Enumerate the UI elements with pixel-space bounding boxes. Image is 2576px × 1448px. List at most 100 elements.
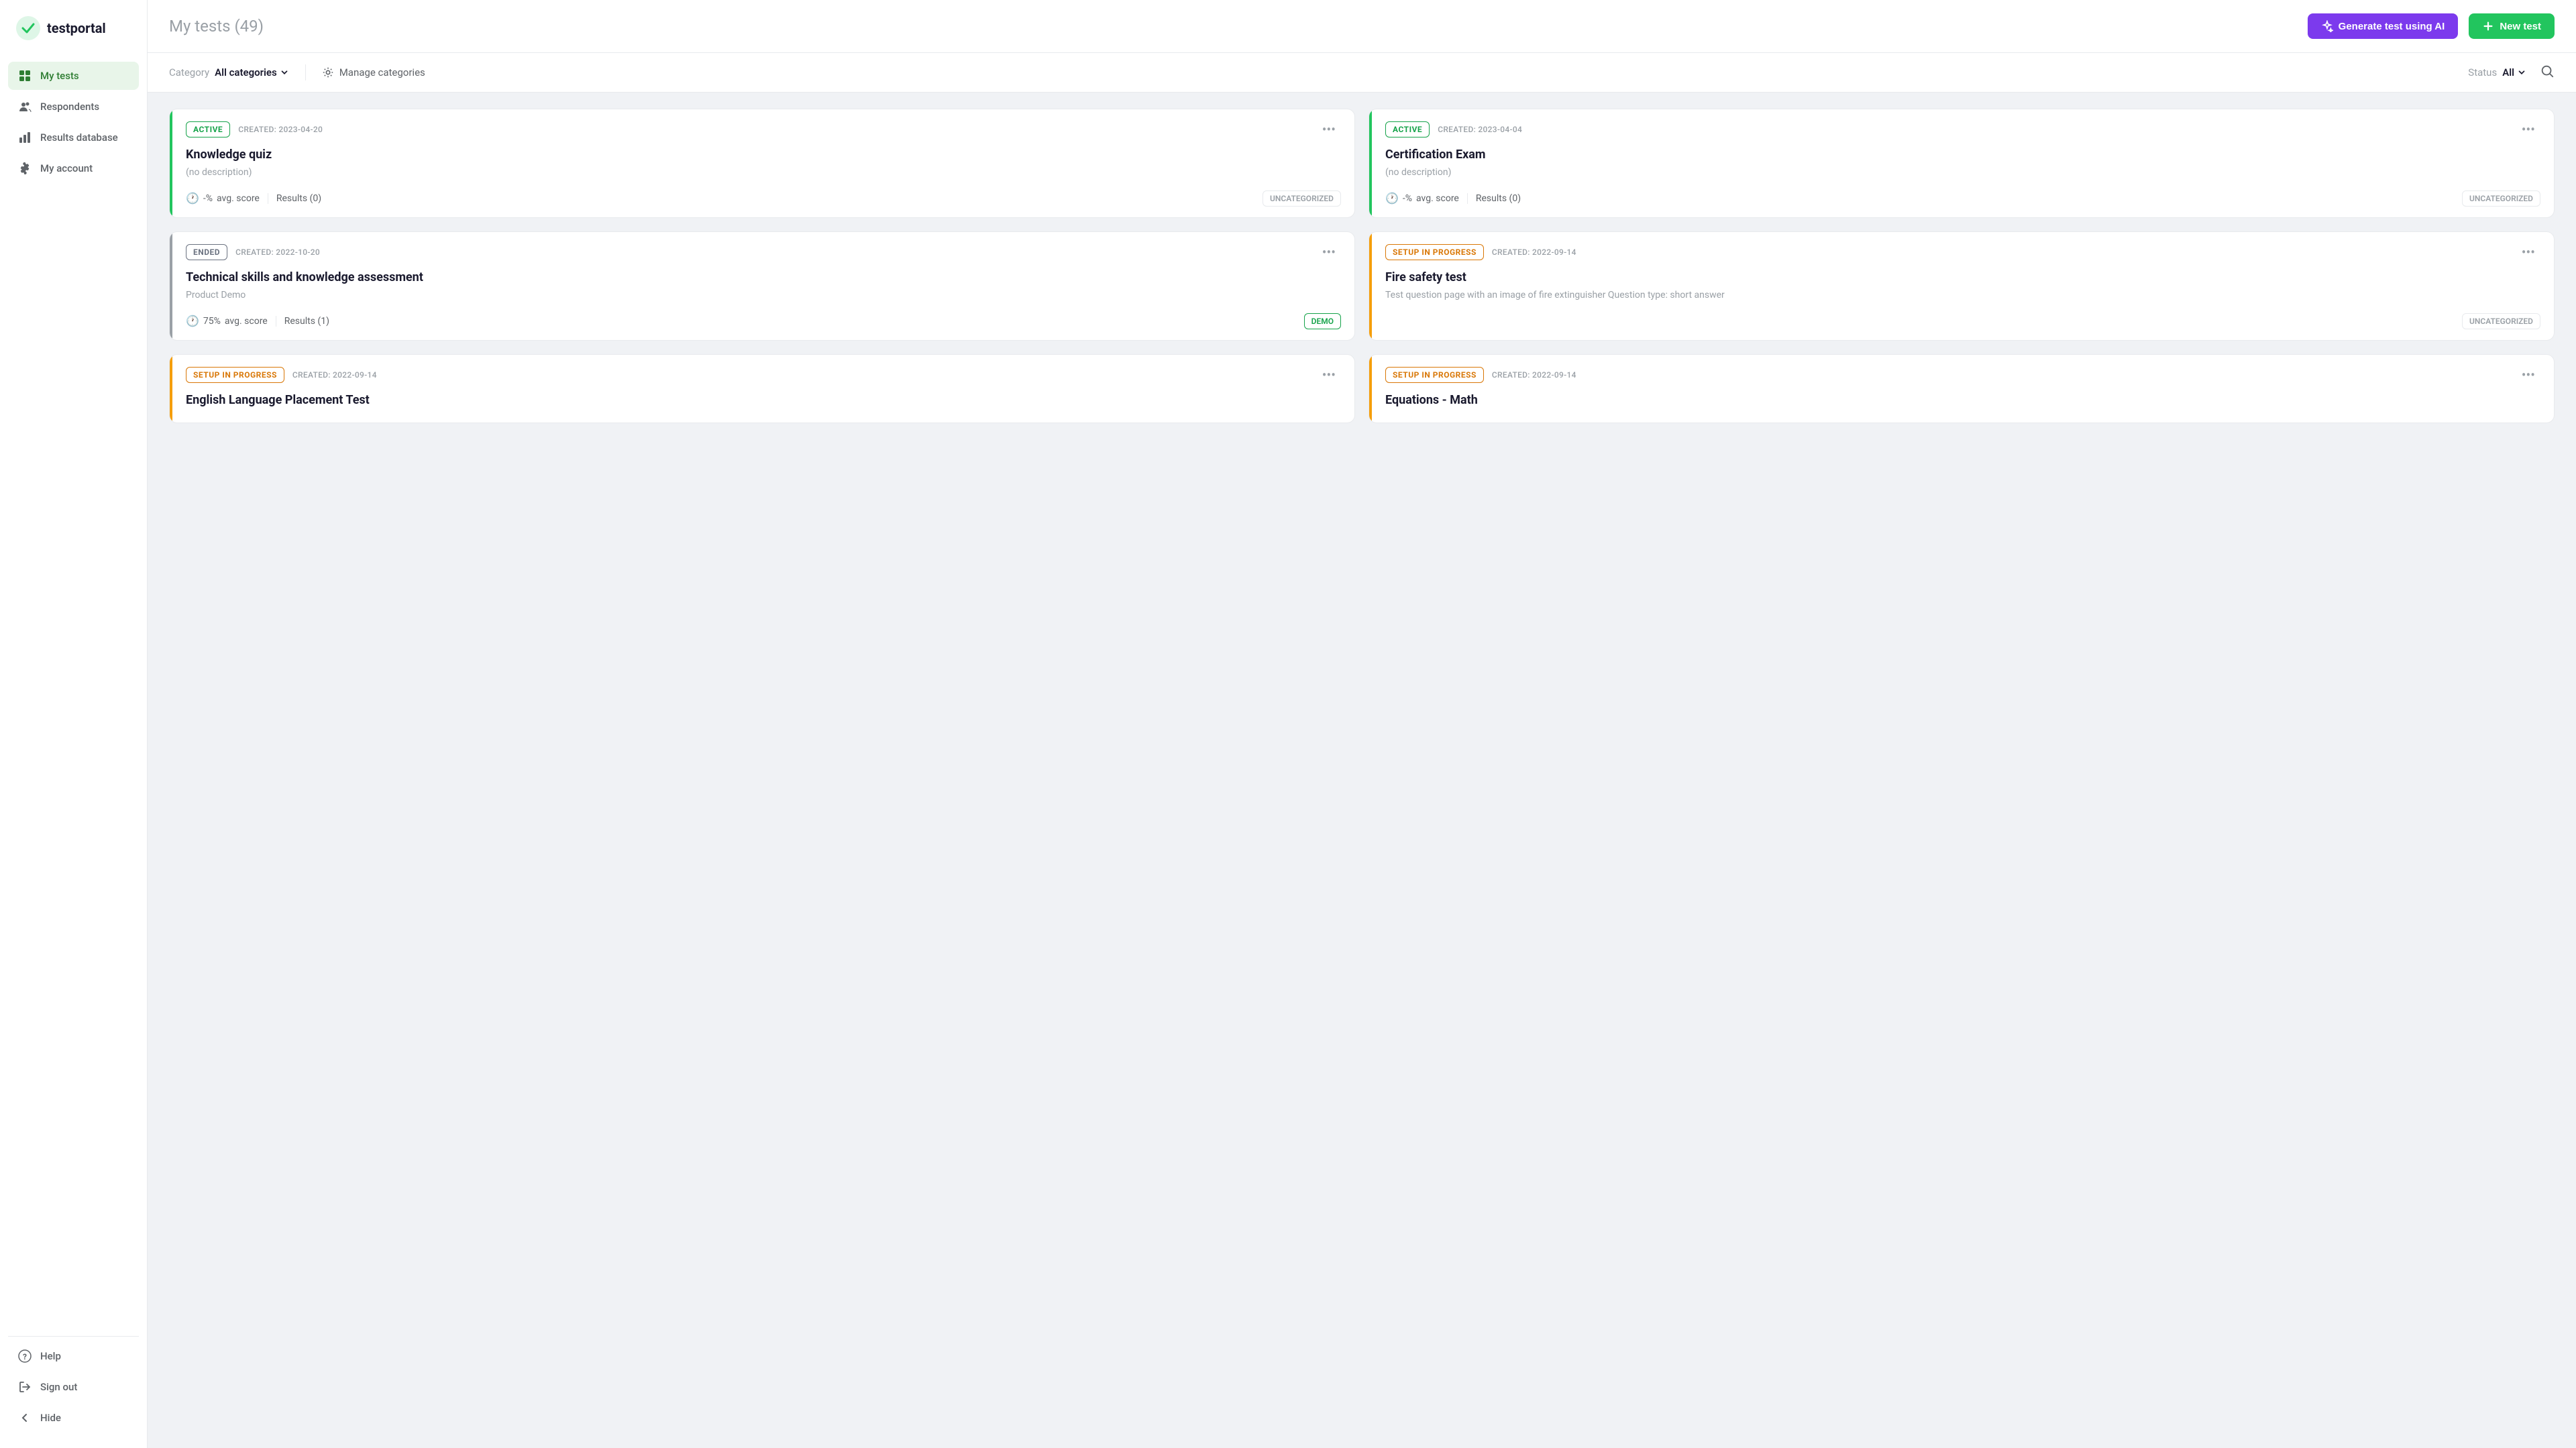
test-score: 🕐 -% avg. score (1385, 192, 1459, 205)
sidebar-item-account-label: My account (40, 162, 93, 174)
test-name: Equations - Math (1385, 392, 2540, 408)
card-accent (170, 109, 172, 217)
header-actions: Generate test using AI New test (2308, 13, 2555, 39)
status-badge: ACTIVE (186, 121, 230, 137)
test-menu-button[interactable]: ••• (1317, 366, 1341, 384)
category-dropdown[interactable]: All categories (215, 66, 289, 78)
logo-text: testportal (47, 20, 106, 36)
page-header: My tests (49) Generate test using AI New… (148, 0, 2576, 53)
test-card-header: ACTIVE CREATED: 2023-04-04 ••• (1369, 109, 2554, 147)
sidebar-item-help-label: Help (40, 1350, 61, 1362)
generate-test-button[interactable]: Generate test using AI (2308, 13, 2459, 39)
gear-icon (17, 161, 32, 176)
sidebar-item-my-tests[interactable]: My tests (8, 62, 139, 90)
people-icon (17, 99, 32, 114)
test-card-header: SETUP IN PROGRESS CREATED: 2022-09-14 ••… (1369, 232, 2554, 270)
signout-icon (17, 1380, 32, 1394)
test-card-header: ENDED CREATED: 2022-10-20 ••• (170, 232, 1354, 270)
test-name: English Language Placement Test (186, 392, 1341, 408)
test-menu-button[interactable]: ••• (1317, 120, 1341, 139)
card-accent (1369, 355, 1372, 423)
category-tag: DEMO (1304, 313, 1341, 329)
test-card-body: English Language Placement Test (170, 392, 1354, 423)
sidebar-item-signout[interactable]: Sign out (8, 1373, 139, 1401)
sidebar-item-respondents[interactable]: Respondents (8, 93, 139, 121)
test-created: CREATED: 2022-10-20 (235, 247, 320, 257)
filter-right: Status All (2468, 64, 2555, 81)
avg-score-label: avg. score (217, 193, 260, 204)
sidebar-item-hide[interactable]: Hide (8, 1404, 139, 1432)
manage-categories-button[interactable]: Manage categories (322, 66, 425, 78)
sidebar-item-help[interactable]: ? Help (8, 1342, 139, 1370)
test-created: CREATED: 2022-09-14 (292, 370, 377, 380)
test-card-body: Equations - Math (1369, 392, 2554, 423)
test-name: Fire safety test (1385, 270, 2540, 285)
settings-icon (322, 66, 334, 78)
question-icon: ? (17, 1349, 32, 1363)
search-icon (2540, 64, 2555, 78)
sidebar: testportal My tests (0, 0, 148, 1448)
card-accent (1369, 109, 1372, 217)
test-desc: (no description) (186, 166, 1341, 180)
filter-bar: Category All categories Manage categorie… (148, 53, 2576, 93)
status-badge: ACTIVE (1385, 121, 1430, 137)
sidebar-item-results[interactable]: Results database (8, 123, 139, 152)
test-card-equations-math[interactable]: SETUP IN PROGRESS CREATED: 2022-09-14 ••… (1368, 354, 2555, 423)
avg-score-label: avg. score (1416, 193, 1459, 204)
test-card-fire-safety[interactable]: SETUP IN PROGRESS CREATED: 2022-09-14 ••… (1368, 231, 2555, 341)
test-name: Knowledge quiz (186, 147, 1341, 162)
avg-score-label: avg. score (225, 316, 268, 327)
test-card-technical-skills[interactable]: ENDED CREATED: 2022-10-20 ••• Technical … (169, 231, 1355, 341)
new-test-button[interactable]: New test (2469, 13, 2555, 39)
card-accent (170, 232, 172, 340)
test-card-certification-exam[interactable]: ACTIVE CREATED: 2023-04-04 ••• Certifica… (1368, 109, 2555, 218)
test-card-header: SETUP IN PROGRESS CREATED: 2022-09-14 ••… (1369, 355, 2554, 392)
test-card-header: ACTIVE CREATED: 2023-04-20 ••• (170, 109, 1354, 147)
status-badge: SETUP IN PROGRESS (1385, 367, 1484, 383)
test-desc: Product Demo (186, 289, 1341, 302)
sidebar-item-results-label: Results database (40, 131, 118, 144)
test-card-body: Fire safety test Test question page with… (1369, 270, 2554, 340)
test-desc: Test question page with an image of fire… (1385, 289, 2540, 302)
test-created: CREATED: 2023-04-20 (238, 125, 323, 134)
category-tag: UNCATEGORIZED (2462, 190, 2540, 207)
test-meta: UNCATEGORIZED (1385, 313, 2540, 329)
test-score: 🕐 75% avg. score (186, 315, 268, 327)
avg-score-value: 75% (203, 316, 221, 327)
test-name: Certification Exam (1385, 147, 2540, 162)
avg-score-value: -% (203, 193, 213, 204)
test-card-english-placement[interactable]: SETUP IN PROGRESS CREATED: 2022-09-14 ••… (169, 354, 1355, 423)
chevron-left-icon (17, 1410, 32, 1425)
sidebar-item-account[interactable]: My account (8, 154, 139, 182)
test-menu-button[interactable]: ••• (2516, 120, 2540, 139)
test-menu-button[interactable]: ••• (2516, 366, 2540, 384)
test-results: Results (0) (1467, 193, 1521, 204)
sidebar-item-hide-label: Hide (40, 1412, 61, 1424)
tests-grid: ACTIVE CREATED: 2023-04-20 ••• Knowledge… (148, 93, 2576, 1448)
status-dropdown[interactable]: All (2502, 66, 2526, 78)
category-tag: UNCATEGORIZED (2462, 313, 2540, 329)
sidebar-item-my-tests-label: My tests (40, 70, 79, 82)
sidebar-nav: My tests Respondents Result (0, 62, 147, 1331)
sidebar-item-respondents-label: Respondents (40, 101, 99, 113)
chart-icon (17, 130, 32, 145)
test-created: CREATED: 2023-04-04 (1438, 125, 1522, 134)
test-menu-button[interactable]: ••• (2516, 243, 2540, 262)
logo-icon (16, 16, 40, 40)
test-card-knowledge-quiz[interactable]: ACTIVE CREATED: 2023-04-20 ••• Knowledge… (169, 109, 1355, 218)
avg-score-value: -% (1403, 193, 1412, 204)
status-badge: ENDED (186, 244, 227, 260)
plus-icon (2482, 20, 2494, 32)
test-desc: (no description) (1385, 166, 2540, 180)
test-score: 🕐 -% avg. score (186, 192, 260, 205)
test-card-body: Technical skills and knowledge assessmen… (170, 270, 1354, 340)
status-filter: Status All (2468, 66, 2526, 78)
logo: testportal (0, 16, 147, 62)
chevron-down-icon (280, 68, 289, 77)
search-button[interactable] (2540, 64, 2555, 81)
test-menu-button[interactable]: ••• (1317, 243, 1341, 262)
category-tag: UNCATEGORIZED (1263, 190, 1341, 207)
test-created: CREATED: 2022-09-14 (1492, 247, 1576, 257)
ai-icon (2321, 20, 2333, 32)
test-card-body: Certification Exam (no description) 🕐 -%… (1369, 147, 2554, 217)
